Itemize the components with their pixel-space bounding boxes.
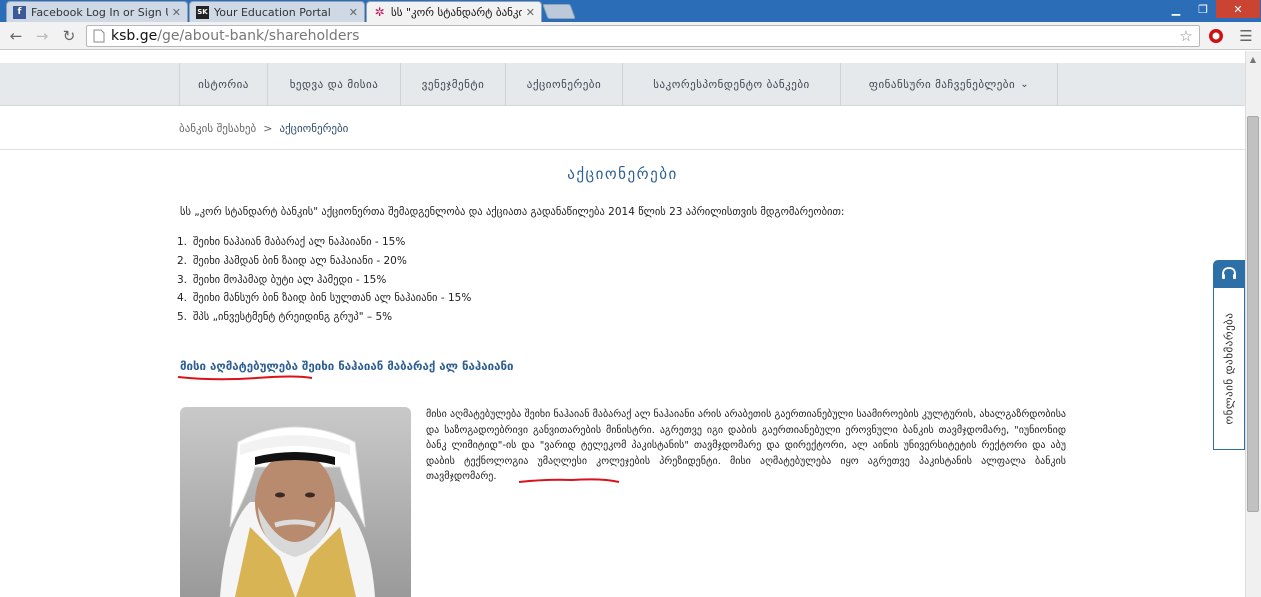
breadcrumb-separator: > (263, 122, 273, 135)
list-text: შეიხი ნაჰაიან მაბარაქ ალ ნაჰაიანი - 15% (193, 236, 406, 249)
list-number: 2. (177, 255, 188, 268)
menu-icon[interactable]: ☰ (1236, 26, 1256, 46)
list-item: 2. შეიხი ჰამდან ბინ ზაიდ ალ ნაჰაიანი - 20… (177, 252, 471, 271)
opera-extension-icon[interactable] (1206, 26, 1226, 46)
divider (0, 149, 1245, 150)
bank-logo-icon: ✲ (374, 5, 385, 19)
tab-facebook[interactable]: f Facebook Log In or Sign Up ✕ (6, 1, 188, 22)
list-item: 5. შპს „ინვესტმენტ ტრეიდინგ გრუპ" – 5% (177, 308, 471, 327)
close-icon[interactable]: ✕ (172, 6, 181, 19)
new-tab-button[interactable] (542, 4, 576, 19)
sk-logo-icon: SK (196, 5, 209, 19)
nav-vision-mission[interactable]: ხედვა და მისია (267, 63, 400, 106)
nav-financial-label: ფინანსური მაჩვენებლები (868, 78, 1016, 91)
forward-arrow-icon[interactable]: → (32, 26, 52, 46)
close-icon[interactable]: ✕ (526, 6, 535, 19)
site-nav: ისტორია ხედვა და მისია ვენეჯმენტი აქციონ… (0, 63, 1245, 106)
list-item: 4. შეიხი მანსურ ბინ ზაიდ ბინ სულთან ალ ნა… (177, 289, 471, 308)
list-number: 4. (177, 292, 188, 305)
list-text: შპს „ინვესტმენტ ტრეიდინგ გრუპ" – 5% (193, 311, 393, 324)
page-title: აქციონერები (567, 165, 678, 183)
list-item: 3. შეიხი მოჰამად ბუტი ალ ჰამედი - 15% (177, 270, 471, 289)
breadcrumb-current: აქციონერები (279, 122, 349, 135)
shareholders-list: 1. შეიხი ნაჰაიან მაბარაქ ალ ნაჰაიანი - 15… (177, 233, 471, 326)
nav-shareholders[interactable]: აქციონერები (505, 63, 622, 106)
tab-ksb[interactable]: ✲ სს "კორ სტანდარტ ბანკი" ✕ (366, 1, 542, 22)
bookmark-star-icon[interactable]: ☆ (1176, 26, 1196, 46)
list-number: 3. (177, 273, 188, 286)
address-bar[interactable]: ksb.ge/ge/about-bank/shareholders (86, 25, 1200, 47)
list-number: 5. (177, 311, 188, 324)
list-text: შეიხი მანსურ ბინ ზაიდ ბინ სულთან ალ ნაჰა… (193, 292, 472, 305)
minimize-icon[interactable]: ▁ (1162, 0, 1190, 18)
reload-icon[interactable]: ↻ (59, 26, 79, 46)
intro-text: სს „კორ სტანდარტ ბანკის" აქციონერთა შემა… (180, 206, 845, 218)
red-underline-annotation (177, 375, 313, 381)
online-help-label: ონლაინ დახმარება (1222, 312, 1236, 425)
contact-body: ონლაინ დახმარება (1213, 288, 1245, 450)
url-host: ksb.ge (111, 28, 158, 44)
shareholder-heading: მისი აღმატებულება შეიხი ნაჰაიან მაბარაქ … (180, 359, 514, 373)
scrollbar-thumb[interactable] (1247, 116, 1259, 512)
tab-education-portal[interactable]: SK Your Education Portal ✕ (189, 1, 365, 22)
browser-toolbar: ← → ↻ ksb.ge/ge/about-bank/shareholders … (0, 22, 1261, 50)
breadcrumb: ბანკის შესახებ > აქციონერები (179, 122, 348, 135)
chevron-down-icon: ⌄ (1020, 79, 1030, 90)
nav-history[interactable]: ისტორია (179, 63, 267, 106)
window-close-icon[interactable]: ✕ (1216, 0, 1260, 18)
red-underline-annotation (518, 478, 620, 483)
maximize-icon[interactable]: ❐ (1190, 0, 1216, 18)
online-help-widget[interactable]: ონლაინ დახმარება (1213, 260, 1245, 450)
nav-correspondent-banks[interactable]: საკორესპონდენტო ბანკები (622, 63, 840, 106)
nav-management[interactable]: ვენეჯმენტი (400, 63, 505, 106)
tab-title: სს "კორ სტანდარტ ბანკი" (391, 5, 522, 19)
facebook-icon: f (13, 5, 26, 19)
portrait-photo (180, 407, 411, 597)
page-icon (93, 29, 105, 43)
list-item: 1. შეიხი ნაჰაიან მაბარაქ ალ ნაჰაიანი - 15… (177, 233, 471, 252)
url-path: /ge/about-bank/shareholders (157, 28, 360, 44)
tab-title: Facebook Log In or Sign Up (31, 5, 168, 19)
close-icon[interactable]: ✕ (349, 6, 358, 19)
list-text: შეიხი ჰამდან ბინ ზაიდ ალ ნაჰაიანი - 20% (193, 255, 407, 268)
back-arrow-icon[interactable]: ← (6, 26, 26, 46)
nav-financial-indicators[interactable]: ფინანსური მაჩვენებლები ⌄ (840, 63, 1058, 106)
heading-highlight: მისი აღმატებულება (180, 359, 298, 373)
list-text: შეიხი მოჰამად ბუტი ალ ჰამედი - 15% (193, 273, 387, 286)
heading-name: შეიხი ნაჰაიან მაბარაქ ალ ნაჰაიანი (301, 359, 514, 373)
list-number: 1. (177, 236, 188, 249)
headset-icon (1213, 260, 1245, 288)
biography-text: მისი აღმატებულება შეიხი ნაჰაიან მაბარაქ … (426, 407, 1066, 485)
scroll-up-icon[interactable]: ▲ (1245, 51, 1261, 67)
breadcrumb-parent[interactable]: ბანკის შესახებ (179, 122, 256, 135)
browser-tab-bar: f Facebook Log In or Sign Up ✕ SK Your E… (0, 0, 1261, 22)
tab-title: Your Education Portal (214, 5, 331, 19)
bio-highlight: მისი აღმატებულება (730, 455, 832, 467)
